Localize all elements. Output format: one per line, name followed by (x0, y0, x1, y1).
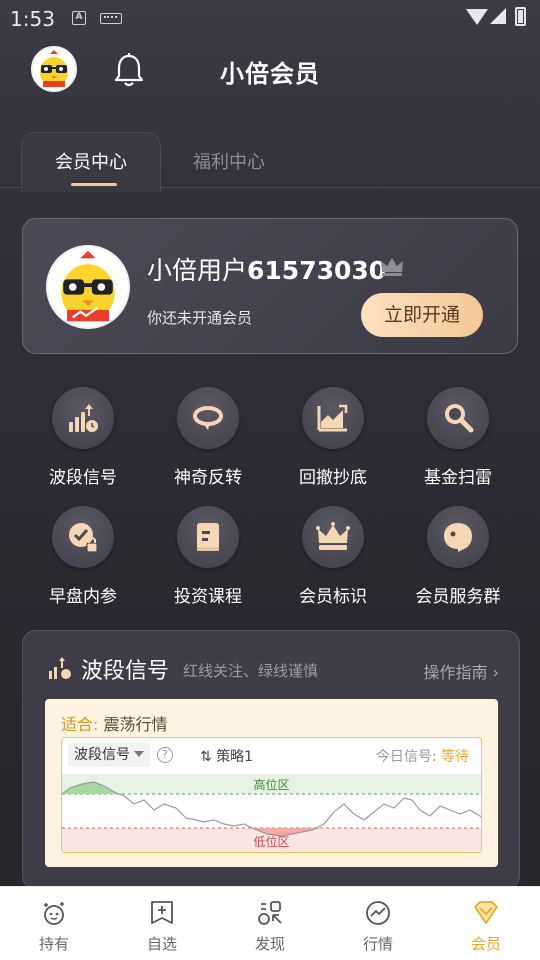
crown-icon (316, 522, 350, 550)
band-signal-card: 波段信号 红线关注、绿线谨慎 操作指南 › 适合: 震荡行情 波段信号 ? ⇅ … (22, 630, 520, 890)
reverse-icon (193, 406, 223, 430)
operation-guide-label: 操作指南 (423, 663, 488, 682)
holding-icon (44, 902, 64, 925)
nav-discover[interactable]: 发现 (216, 887, 324, 960)
market-icon (366, 901, 390, 925)
feature-icon-circle (52, 506, 114, 568)
high-zone-label: 高位区 (253, 778, 290, 792)
feature-icon-circle (177, 506, 239, 568)
feature-pullback-bottom[interactable]: 回撤抄底 (278, 387, 388, 497)
feature-label: 早盘内参 (49, 587, 117, 607)
check-lock-icon (69, 523, 98, 553)
nav-holding[interactable]: 持有 (0, 887, 108, 960)
user-avatar[interactable] (46, 245, 130, 329)
signal-chart: 波段信号 ? ⇅ 策略1 今日信号: 等待 高位区 低位区 (61, 737, 482, 853)
signal-type-select[interactable]: 波段信号 (68, 743, 150, 767)
feature-label: 投资课程 (174, 587, 242, 607)
chat-icon (444, 523, 472, 552)
nav-label: 会员 (470, 935, 501, 953)
status-time: 1:53 (10, 7, 55, 31)
band-signal-subtitle: 红线关注、绿线谨慎 (183, 662, 319, 680)
nav-member[interactable]: 会员 (432, 887, 540, 960)
wifi-icon (466, 9, 488, 25)
bar-signal-icon (69, 404, 98, 432)
keyboard-icon (100, 13, 122, 24)
discover-icon (258, 901, 282, 925)
trend-chart-icon (317, 404, 348, 432)
membership-status: 你还未开通会员 (147, 309, 253, 327)
feature-icon-circle (52, 387, 114, 449)
bottom-navigation: 持有 自选 发现 行情 会员 (0, 886, 540, 960)
help-icon[interactable]: ? (157, 747, 173, 763)
watchlist-icon (151, 901, 173, 924)
feature-label: 回撤抄底 (299, 468, 367, 488)
user-id: 61573030 (247, 256, 387, 285)
bar-signal-icon (49, 657, 71, 679)
chevron-right-icon: › (492, 663, 499, 682)
magnifier-icon (445, 404, 474, 433)
user-card: 小倍用户61573030 你还未开通会员 立即开通 (22, 218, 518, 354)
suitable-value: 震荡行情 (103, 715, 168, 734)
cell-signal-icon (490, 8, 506, 24)
feature-member-group[interactable]: 会员服务群 (403, 506, 513, 616)
nav-label: 发现 (254, 935, 285, 953)
tab-member-center[interactable]: 会员中心 (55, 148, 127, 174)
crown-icon (381, 258, 403, 276)
nav-label: 自选 (146, 935, 177, 953)
feature-member-badge[interactable]: 会员标识 (278, 506, 388, 616)
band-signal-title: 波段信号 (81, 659, 170, 684)
operation-guide-link[interactable]: 操作指南 › (423, 659, 499, 683)
feature-band-signal[interactable]: 波段信号 (28, 387, 138, 497)
status-bar: 1:53 A (0, 0, 540, 36)
today-signal: 今日信号: 等待 (376, 746, 469, 766)
feature-morning-brief[interactable]: 早盘内参 (28, 506, 138, 616)
open-membership-button[interactable]: 立即开通 (361, 293, 483, 337)
feature-icon-circle (302, 506, 364, 568)
feature-icon-circle (177, 387, 239, 449)
feature-label: 波段信号 (49, 468, 117, 488)
feature-icon-circle (302, 387, 364, 449)
feature-investment-course[interactable]: 投资课程 (153, 506, 263, 616)
feature-icon-circle (427, 387, 489, 449)
battery-icon (515, 7, 526, 26)
nav-market[interactable]: 行情 (324, 887, 432, 960)
feature-magic-reverse[interactable]: 神奇反转 (153, 387, 263, 497)
tab-bar: 会员中心 福利中心 (0, 130, 540, 192)
low-zone-label: 低位区 (253, 835, 290, 849)
tab-welfare-center[interactable]: 福利中心 (193, 148, 265, 174)
nav-label: 行情 (362, 935, 393, 953)
user-name: 小倍用户61573030 (147, 251, 386, 287)
chick-mascot-icon (61, 250, 115, 322)
signal-panel: 适合: 震荡行情 波段信号 ? ⇅ 策略1 今日信号: 等待 高位区 低位区 (45, 699, 498, 867)
feature-label: 神奇反转 (174, 468, 242, 488)
caret-down-icon (134, 751, 144, 757)
strategy-toggle[interactable]: ⇅ 策略1 (200, 746, 253, 766)
feature-label: 会员标识 (299, 587, 367, 607)
feature-label: 基金扫雷 (424, 468, 492, 488)
book-icon (197, 523, 219, 551)
diamond-icon (474, 901, 498, 924)
user-name-prefix: 小倍用户 (147, 256, 248, 285)
today-signal-value: 等待 (441, 749, 469, 765)
feature-icon-circle (427, 506, 489, 568)
tab-active-indicator (71, 183, 117, 186)
keyboard-a-icon: A (72, 11, 86, 25)
today-signal-label: 今日信号: (375, 749, 437, 765)
strategy-value: 策略1 (216, 749, 254, 765)
feature-fund-scan[interactable]: 基金扫雷 (403, 387, 513, 497)
signal-type-value: 波段信号 (74, 747, 130, 763)
sort-icon: ⇅ (200, 749, 212, 765)
feature-label: 会员服务群 (415, 587, 501, 607)
suitable-market: 适合: 震荡行情 (61, 711, 168, 735)
suitable-label: 适合: (61, 715, 99, 734)
nav-label: 持有 (38, 935, 69, 953)
nav-watchlist[interactable]: 自选 (108, 887, 216, 960)
page-title: 小倍会员 (220, 60, 320, 88)
